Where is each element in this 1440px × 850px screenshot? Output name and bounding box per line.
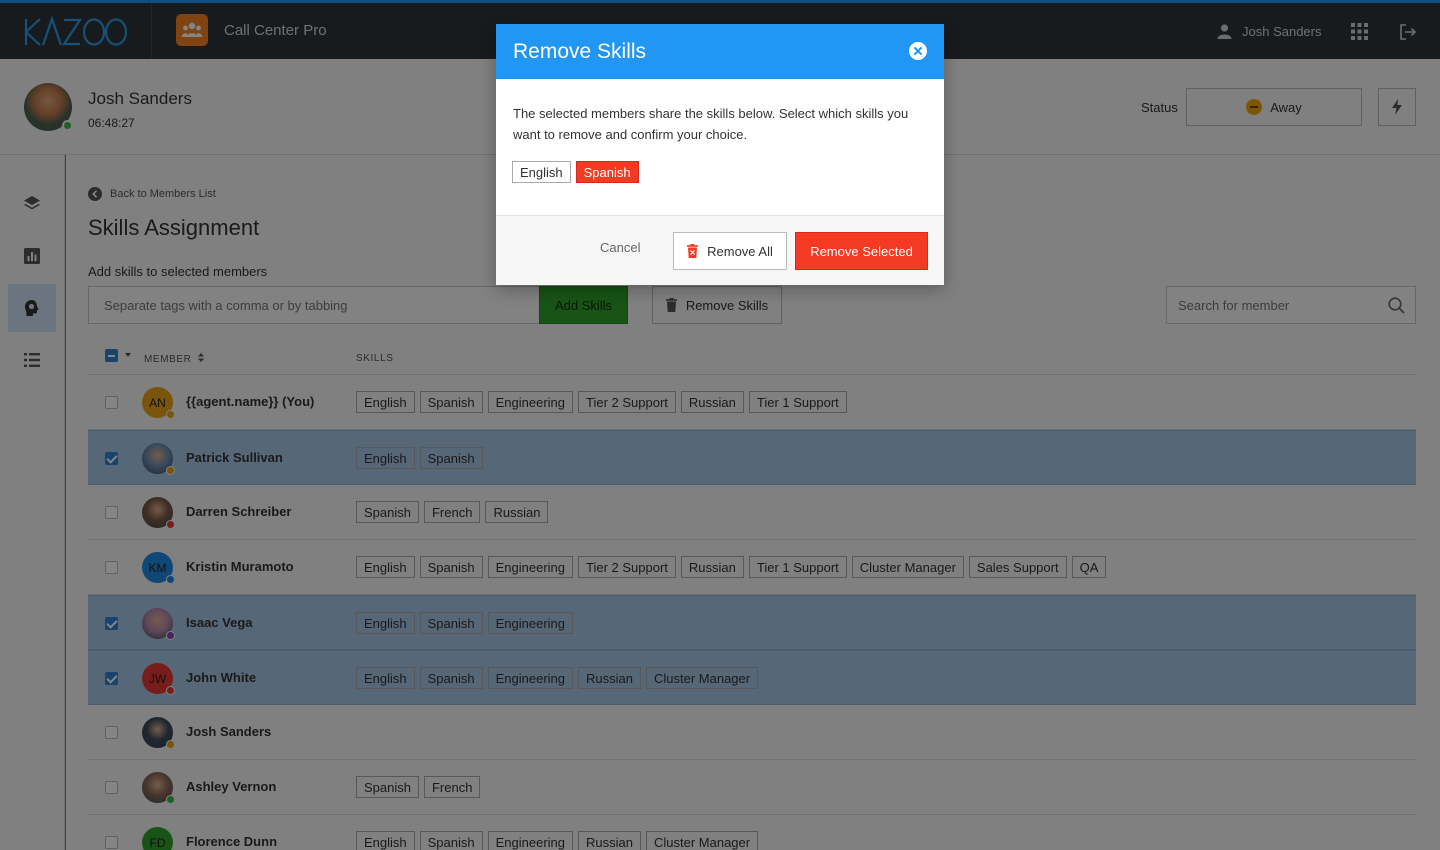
modal-skill-chips: English Spanish (512, 161, 639, 183)
close-icon[interactable] (909, 42, 927, 60)
modal-skill-chip[interactable]: Spanish (575, 161, 639, 183)
trash-red-icon (687, 244, 699, 258)
modal-description: The selected members share the skills be… (513, 106, 909, 142)
modal-footer: Cancel Remove All Remove Selected (496, 215, 944, 285)
modal-header: Remove Skills (496, 24, 944, 79)
modal-title: Remove Skills (513, 40, 647, 63)
remove-all-label: Remove All (707, 243, 773, 259)
modal-skill-chip[interactable]: English (512, 161, 571, 183)
remove-selected-button[interactable]: Remove Selected (795, 232, 928, 270)
cancel-button[interactable]: Cancel (600, 240, 640, 255)
remove-all-button[interactable]: Remove All (673, 232, 787, 270)
remove-skills-modal: Remove Skills The selected members share… (496, 24, 944, 285)
